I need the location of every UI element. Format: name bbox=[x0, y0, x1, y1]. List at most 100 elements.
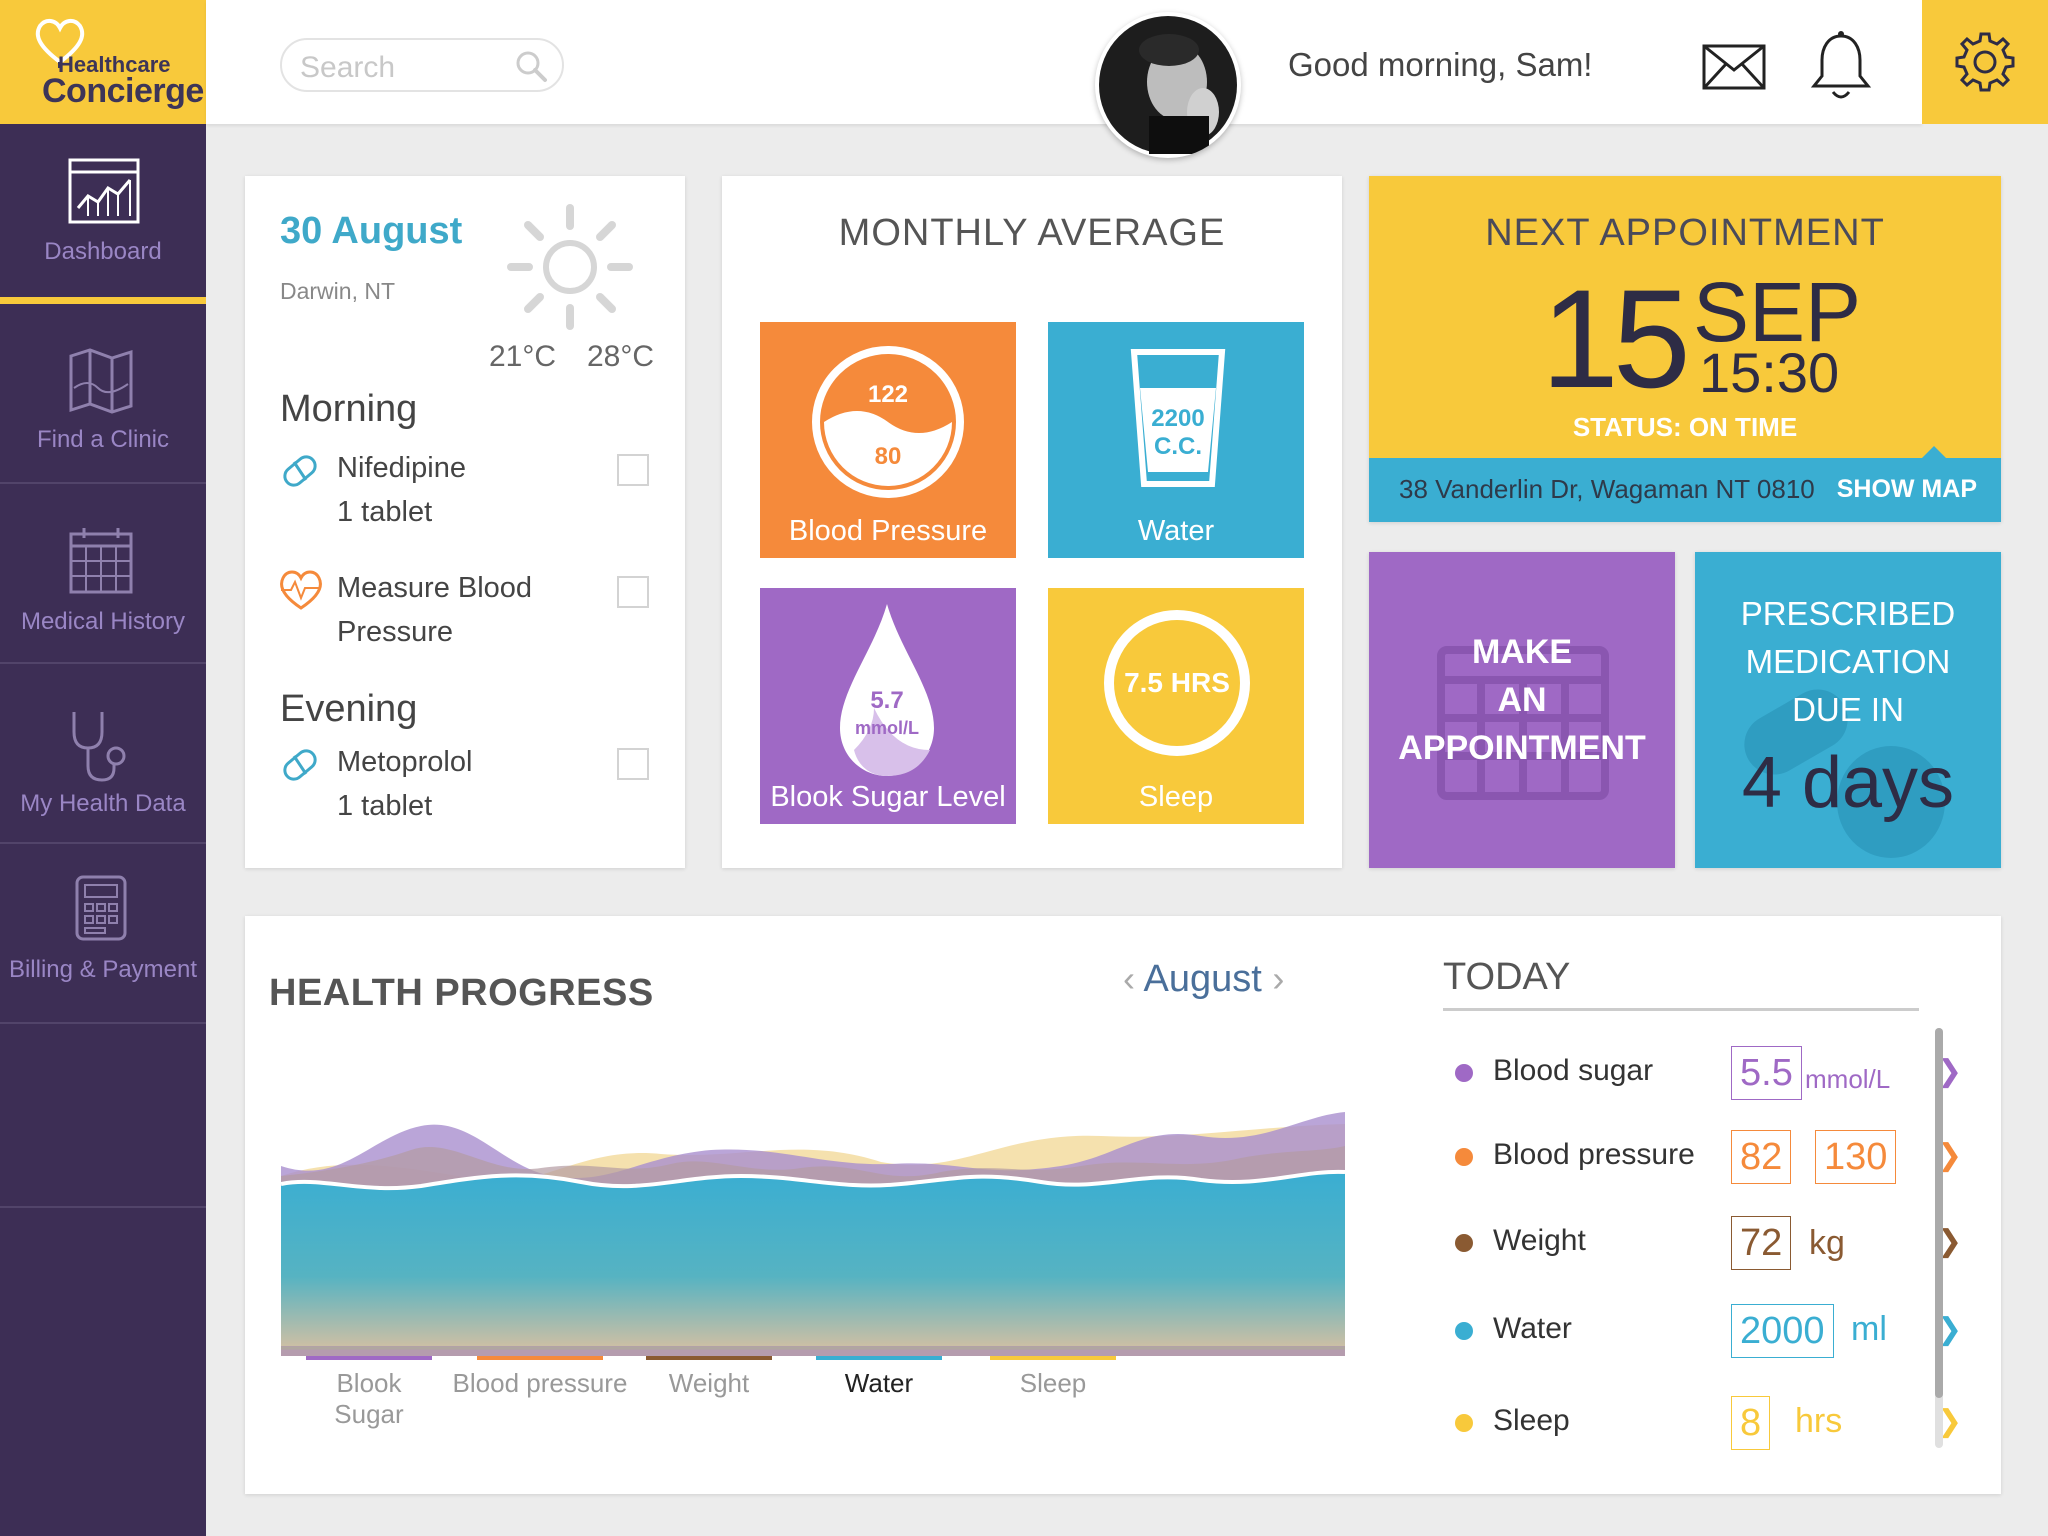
status-dot bbox=[1455, 1414, 1473, 1432]
health-progress-card: HEALTH PROGRESS ‹ August › Blook Sugar B… bbox=[245, 916, 2001, 1494]
metric-unit: hrs bbox=[1795, 1402, 1843, 1440]
water-value: 2200 bbox=[1151, 405, 1204, 432]
health-progress-title: HEALTH PROGRESS bbox=[269, 972, 654, 1014]
sidebar-item-label: Find a Clinic bbox=[36, 426, 170, 453]
metric-value[interactable]: 8 bbox=[1731, 1396, 1771, 1450]
make-appointment-line3: APPOINTMENT bbox=[1398, 729, 1646, 767]
legend-sleep[interactable]: Sleep bbox=[983, 1356, 1123, 1399]
water-unit: C.C. bbox=[1154, 433, 1202, 460]
mail-icon[interactable] bbox=[1702, 44, 1766, 90]
monthly-average-title: MONTHLY AVERAGE bbox=[838, 212, 1226, 254]
legend-swatch bbox=[990, 1356, 1116, 1360]
month-label: August bbox=[1143, 958, 1262, 1000]
metric-value-diastolic[interactable]: 82 bbox=[1731, 1130, 1792, 1184]
search-icon[interactable] bbox=[514, 49, 548, 83]
sidebar-item-dashboard[interactable]: Dashboard bbox=[0, 124, 206, 304]
bell-icon[interactable] bbox=[1810, 30, 1872, 102]
tile-blood-pressure[interactable]: 122 80 Blood Pressure bbox=[760, 322, 1016, 558]
tile-label: Sleep bbox=[1138, 781, 1214, 813]
today-title: TODAY bbox=[1443, 956, 1571, 998]
logo-text-line2: Concierge bbox=[42, 72, 204, 110]
prescribed-medication-card[interactable]: PRESCRIBED MEDICATION DUE IN 4 days bbox=[1695, 552, 2001, 868]
settings-button[interactable] bbox=[1922, 0, 2048, 124]
medication-nifedipine: Nifedipine 1 tablet bbox=[337, 446, 466, 534]
legend-water[interactable]: Water bbox=[809, 1356, 949, 1399]
make-appointment-text: MAKE AN APPOINTMENT bbox=[1369, 628, 1675, 772]
search-input[interactable]: Search bbox=[280, 38, 564, 92]
search-placeholder: Search bbox=[300, 51, 396, 84]
tile-blood-sugar[interactable]: 5.7 mmol/L Blook Sugar Level bbox=[760, 588, 1016, 824]
checkbox-measure-blood-pressure[interactable] bbox=[617, 576, 649, 608]
make-appointment-line2: AN bbox=[1497, 681, 1547, 719]
heart-pulse-icon bbox=[280, 570, 322, 610]
sidebar-item-find-clinic[interactable]: Find a Clinic bbox=[0, 304, 206, 484]
next-appointment-card[interactable]: NEXT APPOINTMENT 15 SEP 15:30 STATUS: ON… bbox=[1369, 176, 2001, 522]
stethoscope-icon bbox=[72, 712, 126, 782]
appointment-day: 15 bbox=[1541, 260, 1691, 417]
today-row-weight[interactable]: Weight ❯ bbox=[1455, 1216, 1962, 1270]
sidebar-empty-slot bbox=[0, 1028, 206, 1208]
health-progress-area-chart bbox=[281, 1112, 1345, 1356]
scrollbar-thumb[interactable] bbox=[1935, 1028, 1943, 1398]
prescribed-line2: MEDICATION bbox=[1745, 643, 1951, 680]
metric-unit: kg bbox=[1809, 1224, 1845, 1262]
legend-swatch bbox=[816, 1356, 942, 1360]
gauge-icon: 122 80 bbox=[812, 346, 964, 498]
checkbox-nifedipine[interactable] bbox=[617, 454, 649, 486]
section-morning: Morning bbox=[280, 388, 418, 430]
medication-dose: 1 tablet bbox=[337, 790, 433, 822]
calculator-icon bbox=[75, 875, 127, 941]
sleep-value: 7.5 HRS bbox=[1124, 667, 1230, 698]
metric-value[interactable]: 2000 bbox=[1731, 1304, 1834, 1358]
sidebar-item-my-health-data[interactable]: My Health Data bbox=[0, 664, 206, 844]
today-divider bbox=[1443, 1008, 1919, 1011]
legend-blood-pressure[interactable]: Blood pressure bbox=[452, 1356, 628, 1399]
bp-bottom-value: 80 bbox=[875, 443, 902, 470]
make-appointment-line1: MAKE bbox=[1471, 633, 1573, 671]
prescribed-text: PRESCRIBED MEDICATION DUE IN bbox=[1695, 590, 2001, 734]
metric-name: Sleep bbox=[1493, 1404, 1570, 1437]
prescribed-line3: DUE IN bbox=[1792, 691, 1904, 728]
appointment-address-bar: 38 Vanderlin Dr, Wagaman NT 0810 SHOW MA… bbox=[1369, 458, 2001, 522]
legend-swatch bbox=[306, 1356, 432, 1360]
legend-label: Water bbox=[844, 1368, 914, 1398]
legend-weight[interactable]: Weight bbox=[639, 1356, 779, 1399]
medication-name: Nifedipine bbox=[337, 452, 466, 484]
sugar-unit: mmol/L bbox=[855, 718, 919, 738]
user-photo bbox=[1099, 16, 1237, 154]
metric-value[interactable]: 72 bbox=[1731, 1216, 1792, 1270]
metric-unit: ml bbox=[1851, 1310, 1887, 1348]
sidebar-item-medical-history[interactable]: Medical History bbox=[0, 484, 206, 664]
metric-value-systolic[interactable]: 130 bbox=[1815, 1130, 1897, 1184]
prev-month-arrow[interactable]: ‹ bbox=[1123, 958, 1135, 999]
metric-value[interactable]: 5.5 bbox=[1731, 1046, 1802, 1100]
next-month-arrow[interactable]: › bbox=[1272, 958, 1284, 999]
legend-label: Sleep bbox=[1019, 1368, 1087, 1398]
sidebar-item-label: Dashboard bbox=[44, 238, 162, 265]
sidebar: Dashboard Find a Clinic Medical History … bbox=[0, 124, 206, 1536]
tile-water[interactable]: 2200 C.C. Water bbox=[1048, 322, 1304, 558]
metric-name: Water bbox=[1493, 1312, 1572, 1345]
sidebar-item-billing[interactable]: Billing & Payment bbox=[0, 844, 206, 1024]
prescribed-days: 4 days bbox=[1741, 743, 1955, 823]
tile-sleep[interactable]: 7.5 HRS Sleep bbox=[1048, 588, 1304, 824]
series-water-area bbox=[281, 1171, 1345, 1346]
schedule-date: 30 August bbox=[280, 210, 463, 252]
sleep-ring-icon: 7.5 HRS bbox=[1104, 610, 1250, 756]
today-scrollbar[interactable] bbox=[1935, 1028, 1943, 1448]
tile-label: Blood Pressure bbox=[788, 515, 988, 547]
sugar-value: 5.7 bbox=[870, 687, 903, 714]
make-appointment-button[interactable]: MAKE AN APPOINTMENT bbox=[1369, 552, 1675, 868]
legend-label: Weight bbox=[668, 1368, 750, 1398]
logo[interactable]: Healthcare Concierge bbox=[0, 0, 206, 124]
checkbox-metoprolol[interactable] bbox=[617, 748, 649, 780]
legend-swatch bbox=[646, 1356, 772, 1360]
tile-label: Blook Sugar Level bbox=[770, 781, 1006, 813]
legend-swatch bbox=[477, 1356, 603, 1360]
legend-label: Blood pressure bbox=[452, 1368, 628, 1398]
show-map-link[interactable]: SHOW MAP bbox=[1837, 475, 1977, 504]
status-dot bbox=[1455, 1322, 1473, 1340]
legend-blood-sugar[interactable]: Blook Sugar bbox=[299, 1356, 439, 1430]
avatar[interactable] bbox=[1095, 12, 1241, 158]
today-row-sleep[interactable]: Sleep ❯ bbox=[1455, 1396, 1962, 1450]
